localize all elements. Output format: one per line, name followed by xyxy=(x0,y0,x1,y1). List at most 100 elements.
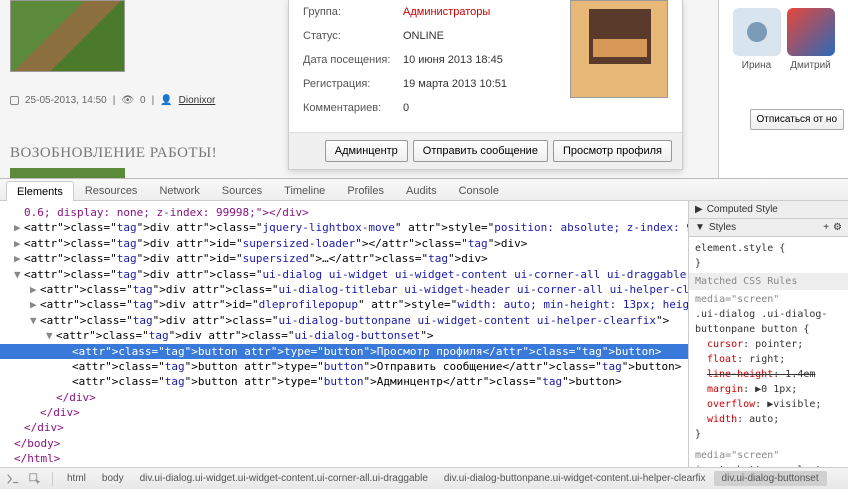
calendar-icon xyxy=(10,96,19,105)
dom-node[interactable]: </html> xyxy=(0,451,688,466)
media-query: media="screen" xyxy=(695,292,842,307)
website-area: 25-05-2013, 14:50 | 👁 0 | 👤 Dionixor ВОЗ… xyxy=(0,0,848,178)
profile-info-row: Комментариев:0 xyxy=(303,96,668,120)
dom-node[interactable]: </div> xyxy=(0,405,688,420)
styles-panel[interactable]: ▶Computed Style ▼Styles+⚙ element.style … xyxy=(688,201,848,467)
inspect-icon[interactable] xyxy=(28,472,42,486)
rule-selector[interactable]: .ui-dialog .ui-dialog-buttonpane button … xyxy=(695,307,842,337)
rule-selector[interactable]: element.style { xyxy=(695,241,842,256)
devtools: ElementsResourcesNetworkSourcesTimelineP… xyxy=(0,178,848,489)
info-label: Группа: xyxy=(303,6,403,18)
user-name: Ирина xyxy=(742,60,771,71)
rule-selector[interactable]: input, button, select, textarea { xyxy=(695,463,842,467)
info-value: Администраторы xyxy=(403,6,490,18)
devtools-tab-console[interactable]: Console xyxy=(448,180,510,200)
expand-arrow-icon[interactable]: ▶ xyxy=(30,282,40,297)
dom-node[interactable]: ▼<attr">class="tag">div attr">class="ui-… xyxy=(0,313,688,328)
dialog-buttonpane: Админцентр Отправить сообщение Просмотр … xyxy=(289,132,682,169)
expand-arrow-icon[interactable]: ▶ xyxy=(14,220,24,235)
post-date: 25-05-2013, 14:50 xyxy=(25,95,107,106)
devtools-tab-profiles[interactable]: Profiles xyxy=(336,180,395,200)
expand-arrow-icon[interactable]: ▼ xyxy=(30,313,40,328)
css-property[interactable]: line-height: 1.4em xyxy=(695,367,842,382)
rule-brace: } xyxy=(695,427,842,442)
css-property[interactable]: width: auto; xyxy=(695,412,842,427)
sidebar-user[interactable]: Дмитрий xyxy=(787,8,835,71)
user-icon: 👤 xyxy=(160,95,172,106)
expand-arrow-icon[interactable]: ▼ xyxy=(14,267,24,282)
dom-node[interactable]: ▼<attr">class="tag">div attr">class="ui-… xyxy=(0,328,688,343)
info-value: ONLINE xyxy=(403,30,444,42)
info-value: 0 xyxy=(403,102,409,114)
dom-node[interactable]: ▶<attr">class="tag">div attr">class="ui-… xyxy=(0,282,688,297)
breadcrumb-item[interactable]: div.ui-dialog.ui-widget.ui-widget-conten… xyxy=(132,471,436,486)
post-title[interactable]: ВОЗОБНОВЛЕНИЕ РАБОТЫ! xyxy=(10,145,217,162)
dom-node[interactable]: ▼<attr">class="tag">div attr">class="ui-… xyxy=(0,267,688,282)
gear-icon[interactable]: ⚙ xyxy=(833,222,842,233)
dom-node[interactable]: </div> xyxy=(0,390,688,405)
user-avatar xyxy=(733,8,781,56)
unsubscribe-button[interactable]: Отписаться от но xyxy=(750,109,844,130)
devtools-tab-audits[interactable]: Audits xyxy=(395,180,448,200)
devtools-tab-sources[interactable]: Sources xyxy=(211,180,273,200)
dom-node[interactable]: </body> xyxy=(0,436,688,451)
dom-node[interactable]: <attr">class="tag">button attr">type="bu… xyxy=(0,359,688,374)
breadcrumb-item[interactable]: html xyxy=(59,471,94,486)
info-value: 10 июня 2013 18:45 xyxy=(403,54,503,66)
css-property[interactable]: margin: ▶0 1px; xyxy=(695,382,842,397)
expand-icon[interactable]: ▶ xyxy=(695,204,703,215)
expand-arrow-icon[interactable]: ▶ xyxy=(30,297,40,312)
devtools-tab-network[interactable]: Network xyxy=(148,180,210,200)
user-avatar xyxy=(787,8,835,56)
send-message-button[interactable]: Отправить сообщение xyxy=(413,140,548,162)
info-label: Регистрация: xyxy=(303,78,403,90)
post-meta: 25-05-2013, 14:50 | 👁 0 | 👤 Dionixor xyxy=(10,95,215,106)
views-icon: 👁 xyxy=(121,95,134,106)
console-icon[interactable] xyxy=(6,472,20,486)
dom-node[interactable]: ▶<attr">class="tag">div attr">id="dlepro… xyxy=(0,297,688,312)
post-author[interactable]: Dionixor xyxy=(179,95,216,106)
dom-node[interactable]: 0.6; display: none; z-index: 99998;"></d… xyxy=(0,205,688,220)
post-views: 0 xyxy=(140,95,146,106)
dom-node[interactable]: ▶<attr">class="tag">div attr">id="supers… xyxy=(0,236,688,251)
info-label: Статус: xyxy=(303,30,403,42)
expand-arrow-icon[interactable]: ▼ xyxy=(46,328,56,343)
dom-node[interactable]: ▶<attr">class="tag">div attr">id="supers… xyxy=(0,251,688,266)
styles-header[interactable]: ▼Styles+⚙ xyxy=(689,219,848,237)
profile-avatar xyxy=(570,0,668,98)
elements-panel[interactable]: 0.6; display: none; z-index: 99998;"></d… xyxy=(0,201,688,467)
dom-node[interactable]: <attr">class="tag">button attr">type="bu… xyxy=(0,344,688,359)
post-thumbnail[interactable] xyxy=(10,0,125,72)
dom-node[interactable]: ▶<attr">class="tag">div attr">class="jqu… xyxy=(0,220,688,235)
post-thumbnail-2[interactable] xyxy=(10,168,125,178)
media-query: media="screen" xyxy=(695,448,842,463)
info-value: 19 марта 2013 10:51 xyxy=(403,78,507,90)
sidebar-user[interactable]: Ирина xyxy=(733,8,781,71)
css-property[interactable]: overflow: ▶visible; xyxy=(695,397,842,412)
matched-rules-header: Matched CSS Rules xyxy=(689,273,848,290)
devtools-tab-timeline[interactable]: Timeline xyxy=(273,180,336,200)
devtools-tab-elements[interactable]: Elements xyxy=(6,181,74,201)
breadcrumb-item[interactable]: div.ui-dialog-buttonset xyxy=(714,471,827,486)
info-label: Комментариев: xyxy=(303,102,403,114)
breadcrumb-item[interactable]: body xyxy=(94,471,132,486)
dom-node[interactable]: <attr">class="tag">button attr">type="bu… xyxy=(0,374,688,389)
breadcrumb-bar: htmlbodydiv.ui-dialog.ui-widget.ui-widge… xyxy=(0,467,848,489)
add-rule-icon[interactable]: + xyxy=(823,222,829,233)
sidebar-widget: Ирина Дмитрий Отписаться от но xyxy=(718,0,848,178)
user-name: Дмитрий xyxy=(790,60,831,71)
expand-icon[interactable]: ▼ xyxy=(695,222,705,233)
css-property[interactable]: cursor: pointer; xyxy=(695,337,842,352)
profile-dialog: Группа:АдминистраторыСтатус:ONLINEДата п… xyxy=(288,0,683,170)
css-property[interactable]: float: right; xyxy=(695,352,842,367)
expand-arrow-icon[interactable]: ▶ xyxy=(14,236,24,251)
rule-brace: } xyxy=(695,256,842,271)
admin-button[interactable]: Админцентр xyxy=(325,140,408,162)
view-profile-button[interactable]: Просмотр профиля xyxy=(553,140,672,162)
dom-node[interactable]: </div> xyxy=(0,420,688,435)
expand-arrow-icon[interactable]: ▶ xyxy=(14,251,24,266)
breadcrumb-item[interactable]: div.ui-dialog-buttonpane.ui-widget-conte… xyxy=(436,471,714,486)
devtools-tab-resources[interactable]: Resources xyxy=(74,180,149,200)
computed-style-header[interactable]: ▶Computed Style xyxy=(689,201,848,219)
info-label: Дата посещения: xyxy=(303,54,403,66)
